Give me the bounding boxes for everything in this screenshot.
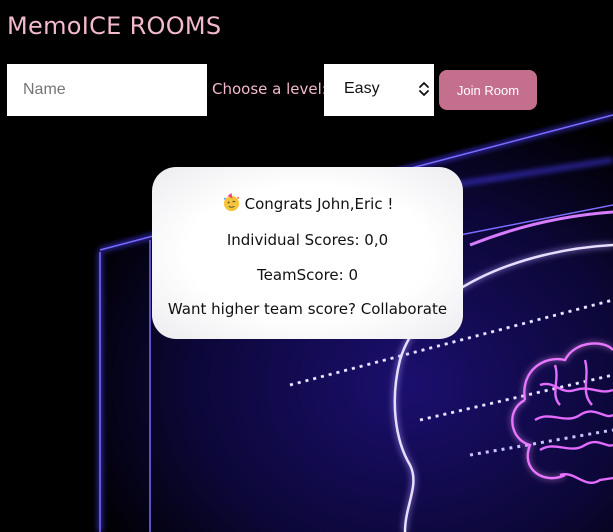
- result-card: Congrats John,Eric ! Individual Scores: …: [152, 167, 463, 339]
- congrats-line: Congrats John,Eric !: [152, 193, 463, 213]
- level-label: Choose a level:: [212, 80, 327, 98]
- join-room-button[interactable]: Join Room: [439, 70, 537, 110]
- congrats-text: Congrats John,Eric !: [244, 195, 394, 213]
- team-score: TeamScore: 0: [256, 266, 359, 284]
- level-selected-value: Easy: [344, 80, 380, 97]
- individual-scores: Individual Scores: 0,0: [226, 231, 389, 249]
- partying-face-icon: [223, 193, 239, 212]
- collaborate-tip: Want higher team score? Collaborate: [167, 300, 448, 318]
- chevron-up-down-icon: [419, 82, 429, 96]
- level-select[interactable]: Easy: [324, 64, 434, 116]
- app-title: MemoICE ROOMS: [7, 12, 222, 40]
- name-input[interactable]: [7, 64, 207, 116]
